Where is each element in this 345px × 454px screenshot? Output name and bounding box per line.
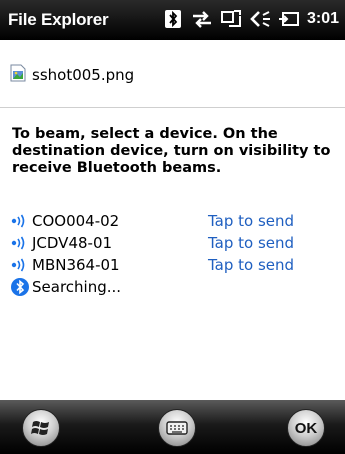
- ok-label: OK: [294, 419, 318, 437]
- keyboard-icon: [166, 421, 188, 435]
- device-name: JCDV48-01: [32, 234, 113, 252]
- title-bar: File Explorer 3:01: [0, 0, 345, 40]
- device-row[interactable]: MBN364-01 Tap to send: [10, 254, 335, 276]
- windows-start-icon: [31, 421, 49, 435]
- image-file-icon: [10, 64, 26, 86]
- volume-icon[interactable]: [249, 8, 271, 30]
- connectivity-icon[interactable]: [220, 8, 242, 30]
- device-signal-icon: [11, 236, 25, 250]
- battery-charging-icon[interactable]: [278, 8, 300, 30]
- clock[interactable]: 3:01: [307, 10, 339, 28]
- app-title[interactable]: File Explorer: [8, 10, 109, 30]
- device-signal-icon: [11, 214, 25, 228]
- searching-row: Searching...: [10, 276, 335, 298]
- tap-to-send-link[interactable]: Tap to send: [208, 234, 294, 252]
- sync-arrows-icon[interactable]: [191, 8, 213, 30]
- device-row[interactable]: JCDV48-01 Tap to send: [10, 232, 335, 254]
- device-row[interactable]: COO004-02 Tap to send: [10, 210, 335, 232]
- file-row: sshot005.png: [10, 64, 134, 86]
- device-name: MBN364-01: [32, 256, 120, 274]
- tap-to-send-link[interactable]: Tap to send: [208, 212, 294, 230]
- start-button[interactable]: [22, 409, 60, 447]
- keyboard-button[interactable]: [158, 409, 196, 447]
- ok-button[interactable]: OK: [287, 409, 325, 447]
- beam-instructions: To beam, select a device. On the destina…: [12, 126, 331, 176]
- device-signal-icon: [11, 258, 25, 272]
- device-name: COO004-02: [32, 212, 120, 230]
- bluetooth-icon[interactable]: [162, 8, 184, 30]
- bluetooth-icon: [11, 278, 29, 296]
- status-area: 3:01: [162, 8, 339, 30]
- file-name: sshot005.png: [32, 66, 135, 84]
- device-list: COO004-02 Tap to send JCDV48-01 Tap to s…: [10, 210, 335, 298]
- searching-label: Searching...: [32, 278, 122, 296]
- divider: [0, 107, 345, 108]
- bottom-bar: OK: [0, 400, 345, 454]
- tap-to-send-link[interactable]: Tap to send: [208, 256, 294, 274]
